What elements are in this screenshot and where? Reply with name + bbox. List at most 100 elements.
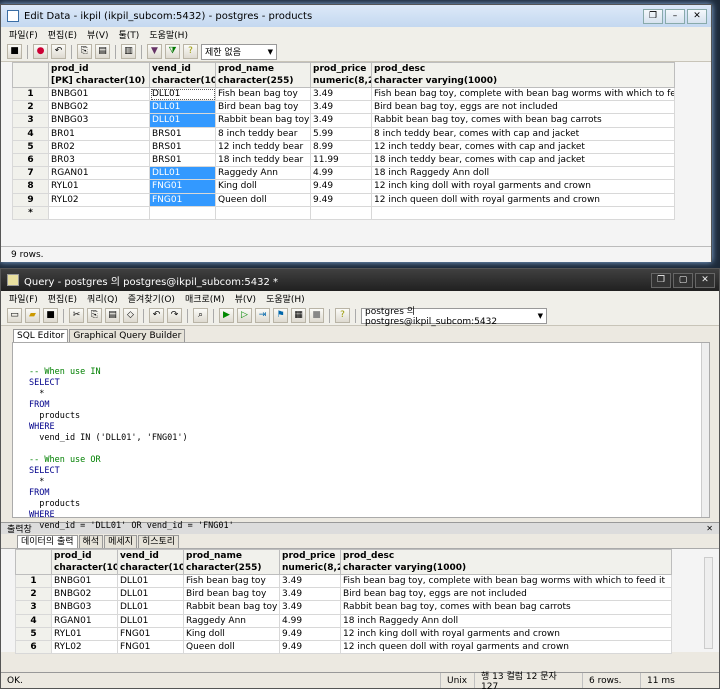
table-row[interactable]: 6 BR03 BRS01 18 inch teddy bear 11.99 18 inch… xyxy=(12,152,675,168)
cell-prod-desc[interactable]: 18 inch Raggedy Ann doll xyxy=(371,166,675,181)
cell-prod-id[interactable]: RGAN01 xyxy=(48,166,150,181)
cell-prod-name[interactable]: Raggedy Ann xyxy=(183,613,280,628)
table-row[interactable]: 8 RYL01 FNG01 King doll 9.49 12 inch king dol… xyxy=(12,179,675,194)
cell-prod-name[interactable]: Bird bean bag toy xyxy=(215,100,311,115)
menu-tools[interactable]: 툴(T) xyxy=(119,28,140,41)
row-number[interactable]: 5 xyxy=(15,626,52,641)
close-icon[interactable]: ✕ xyxy=(695,272,715,288)
empty-cell[interactable] xyxy=(149,205,216,220)
explain-icon[interactable]: ⚑ xyxy=(273,308,288,323)
clear-icon[interactable]: ◇ xyxy=(123,308,138,323)
table-row[interactable]: 1 BNBG01 DLL01 Fish bean bag toy 3.49 Fish be… xyxy=(12,86,675,102)
cell-prod-name[interactable]: Fish bean bag toy xyxy=(215,86,311,102)
table-row[interactable]: 5 RYL01 FNG01 King doll 9.49 12 inch king dol… xyxy=(15,626,672,641)
paste-icon[interactable]: ▤ xyxy=(95,44,110,59)
menu-file[interactable]: 파일(F) xyxy=(9,28,38,41)
cell-prod-desc[interactable]: Fish bean bag toy, complete with bean ba… xyxy=(340,573,672,589)
menu-view[interactable]: 뷰(V) xyxy=(235,292,256,305)
edit-data-grid[interactable]: prod_id [PK] character(10) vend_id charact… xyxy=(12,62,675,220)
cell-vend-id[interactable]: FNG01 xyxy=(117,639,184,655)
menu-macros[interactable]: 매크로(M) xyxy=(185,292,225,305)
cell-prod-price[interactable]: 3.49 xyxy=(279,573,341,589)
cell-vend-id[interactable]: DLL01 xyxy=(117,613,184,628)
row-limit-select[interactable]: 제한 없음 ▼ xyxy=(201,43,277,60)
cell-vend-id[interactable]: DLL01 xyxy=(117,587,184,602)
row-number[interactable]: 7 xyxy=(12,166,49,181)
cell-prod-id[interactable]: RYL02 xyxy=(48,192,150,207)
cell-prod-id[interactable]: BNBG02 xyxy=(51,587,118,602)
execute-to-file-icon[interactable]: ⇥ xyxy=(255,308,270,323)
edit-data-titlebar[interactable]: Edit Data - ikpil (ikpil_subcom:5432) - … xyxy=(1,5,711,27)
cell-prod-id[interactable]: RYL01 xyxy=(48,179,150,194)
cell-prod-name[interactable]: Rabbit bean bag toy xyxy=(215,113,311,128)
save-icon[interactable]: ■ xyxy=(43,308,58,323)
connection-select[interactable]: postgres 의 postgres@ikpil_subcom:5432 ▼ xyxy=(361,307,547,327)
row-number[interactable]: 1 xyxy=(15,573,52,589)
empty-cell[interactable] xyxy=(371,205,675,220)
cell-prod-price[interactable]: 9.49 xyxy=(310,179,372,194)
row-number[interactable]: 6 xyxy=(12,152,49,168)
row-number[interactable]: 1 xyxy=(12,86,49,102)
column-header-prod-name[interactable]: prod_name character(255) xyxy=(183,549,280,575)
find-icon[interactable]: ⌕ xyxy=(193,308,208,323)
cell-prod-desc[interactable]: 18 inch Raggedy Ann doll xyxy=(340,613,672,628)
cell-vend-id[interactable]: DLL01 xyxy=(149,166,216,181)
column-header-prod-name[interactable]: prod_name character(255) xyxy=(215,62,311,88)
cell-prod-id[interactable]: BNBG02 xyxy=(48,100,150,115)
cell-prod-name[interactable]: Raggedy Ann xyxy=(215,166,311,181)
cell-prod-desc[interactable]: 12 inch queen doll with royal garments a… xyxy=(371,192,675,207)
cell-prod-name[interactable]: 18 inch teddy bear xyxy=(215,152,311,168)
cell-vend-id[interactable]: DLL01 xyxy=(149,100,216,115)
help-icon[interactable]: ? xyxy=(183,44,198,59)
cell-prod-id[interactable]: RYL01 xyxy=(51,626,118,641)
undo-icon[interactable]: ↶ xyxy=(51,44,66,59)
close-icon[interactable]: ✕ xyxy=(687,8,707,24)
cell-prod-desc[interactable]: 12 inch king doll with royal garments an… xyxy=(371,179,675,194)
cell-prod-name[interactable]: Fish bean bag toy xyxy=(183,573,280,589)
table-row[interactable]: 2 BNBG02 DLL01 Bird bean bag toy 3.49 Bird be… xyxy=(15,587,672,602)
editor-scrollbar[interactable] xyxy=(701,343,709,517)
cell-vend-id[interactable]: DLL01 xyxy=(117,600,184,615)
cell-prod-id[interactable]: BNBG03 xyxy=(48,113,150,128)
cell-prod-desc[interactable]: Rabbit bean bag toy, comes with bean bag… xyxy=(340,600,672,615)
cell-prod-price[interactable]: 11.99 xyxy=(310,152,372,168)
row-number[interactable]: 3 xyxy=(15,600,52,615)
cell-prod-id[interactable]: BNBG01 xyxy=(48,86,150,102)
cell-prod-price[interactable]: 9.49 xyxy=(310,192,372,207)
cell-prod-id[interactable]: BR01 xyxy=(48,126,150,141)
cut-icon[interactable]: ✂ xyxy=(69,308,84,323)
cell-prod-name[interactable]: Rabbit bean bag toy xyxy=(183,600,280,615)
new-row[interactable]: * xyxy=(12,205,675,220)
table-row[interactable]: 5 BR02 BRS01 12 inch teddy bear 8.99 12 inch … xyxy=(12,139,675,154)
empty-cell[interactable] xyxy=(215,205,311,220)
open-file-icon[interactable]: ▭ xyxy=(7,308,22,323)
cell-prod-price[interactable]: 9.49 xyxy=(279,639,341,655)
cell-prod-desc[interactable]: 12 inch king doll with royal garments an… xyxy=(340,626,672,641)
row-number[interactable]: 2 xyxy=(15,587,52,602)
cell-vend-id[interactable]: DLL01 xyxy=(117,573,184,589)
output-scrollbar[interactable] xyxy=(704,557,713,649)
cell-prod-desc[interactable]: Fish bean bag toy, complete with bean ba… xyxy=(371,86,675,102)
cell-prod-id[interactable]: BR02 xyxy=(48,139,150,154)
cell-prod-name[interactable]: King doll xyxy=(215,179,311,194)
open-folder-icon[interactable]: ▰ xyxy=(25,308,40,323)
row-number[interactable]: 2 xyxy=(12,100,49,115)
cell-prod-price[interactable]: 3.49 xyxy=(310,100,372,115)
column-header-prod-price[interactable]: prod_pricenumeric(8,2) xyxy=(279,549,341,575)
cell-prod-price[interactable]: 3.49 xyxy=(310,113,372,128)
cell-prod-price[interactable]: 3.49 xyxy=(279,600,341,615)
cell-vend-id[interactable]: BRS01 xyxy=(149,152,216,168)
cell-vend-id[interactable]: BRS01 xyxy=(149,126,216,141)
table-row[interactable]: 1 BNBG01 DLL01 Fish bean bag toy 3.49 Fish be… xyxy=(15,573,672,589)
row-number[interactable]: 9 xyxy=(12,192,49,207)
table-row[interactable]: 4 RGAN01 DLL01 Raggedy Ann 4.99 18 inch Ragge… xyxy=(15,613,672,628)
cell-prod-name[interactable]: 12 inch teddy bear xyxy=(215,139,311,154)
cell-prod-desc[interactable]: 12 inch teddy bear, comes with cap and j… xyxy=(371,139,675,154)
new-row-marker[interactable]: * xyxy=(12,205,49,220)
menu-file[interactable]: 파일(F) xyxy=(9,292,38,305)
cell-vend-id[interactable]: DLL01 xyxy=(149,86,216,102)
column-header-prod-desc[interactable]: prod_desc character varying(1000) xyxy=(340,549,672,575)
minimize-icon[interactable]: – xyxy=(665,8,685,24)
paste-icon[interactable]: ▤ xyxy=(105,308,120,323)
redo-icon[interactable]: ↷ xyxy=(167,308,182,323)
